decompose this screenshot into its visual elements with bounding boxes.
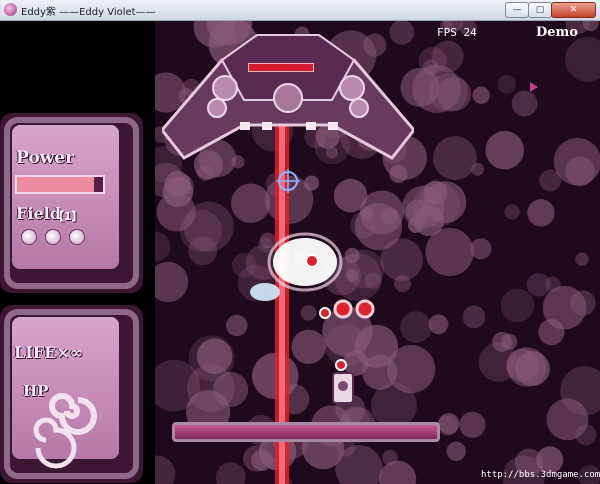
boss-timer-bar <box>172 422 440 442</box>
panel-inner <box>12 125 119 269</box>
window-title: Eddy紫 ——Eddy Violet—— <box>21 7 156 18</box>
title-bar[interactable]: Eddy紫 ——Eddy Violet—— — ▢ ✕ <box>0 0 600 21</box>
power-label: Power <box>16 148 75 168</box>
maximize-button[interactable]: ▢ <box>528 2 552 18</box>
red-bullet <box>333 299 353 319</box>
watermark-url: http://bbs.3dmgame.com/ <box>481 470 600 480</box>
field-count: 【1】 <box>53 210 83 223</box>
demo-label: Demo <box>536 25 578 40</box>
life-label: LIFE×∞ <box>14 343 84 362</box>
field-orb-icon <box>69 229 85 245</box>
red-bullet <box>305 254 319 268</box>
boss-health-bar <box>248 63 314 72</box>
boss-fortress <box>162 34 414 160</box>
game-window: Eddy紫 ——Eddy Violet—— — ▢ ✕ FPS 24 Demo … <box>0 0 600 484</box>
power-gauge-fill <box>17 177 95 192</box>
red-bullet <box>335 359 347 371</box>
close-button[interactable]: ✕ <box>551 2 596 18</box>
hp-spiral-icon <box>33 393 97 469</box>
minimize-button[interactable]: — <box>505 2 529 18</box>
power-panel <box>0 113 143 293</box>
fps-counter: FPS 24 <box>437 26 477 39</box>
red-bullet <box>355 299 375 319</box>
cloud-shot <box>250 283 280 301</box>
field-orb-icon <box>21 229 37 245</box>
app-icon <box>4 3 17 16</box>
enemy-pointer-icon <box>530 82 538 92</box>
red-bullet <box>319 307 331 319</box>
power-gauge <box>15 175 105 194</box>
glow-orb <box>273 238 337 286</box>
field-orb-icon <box>45 229 61 245</box>
